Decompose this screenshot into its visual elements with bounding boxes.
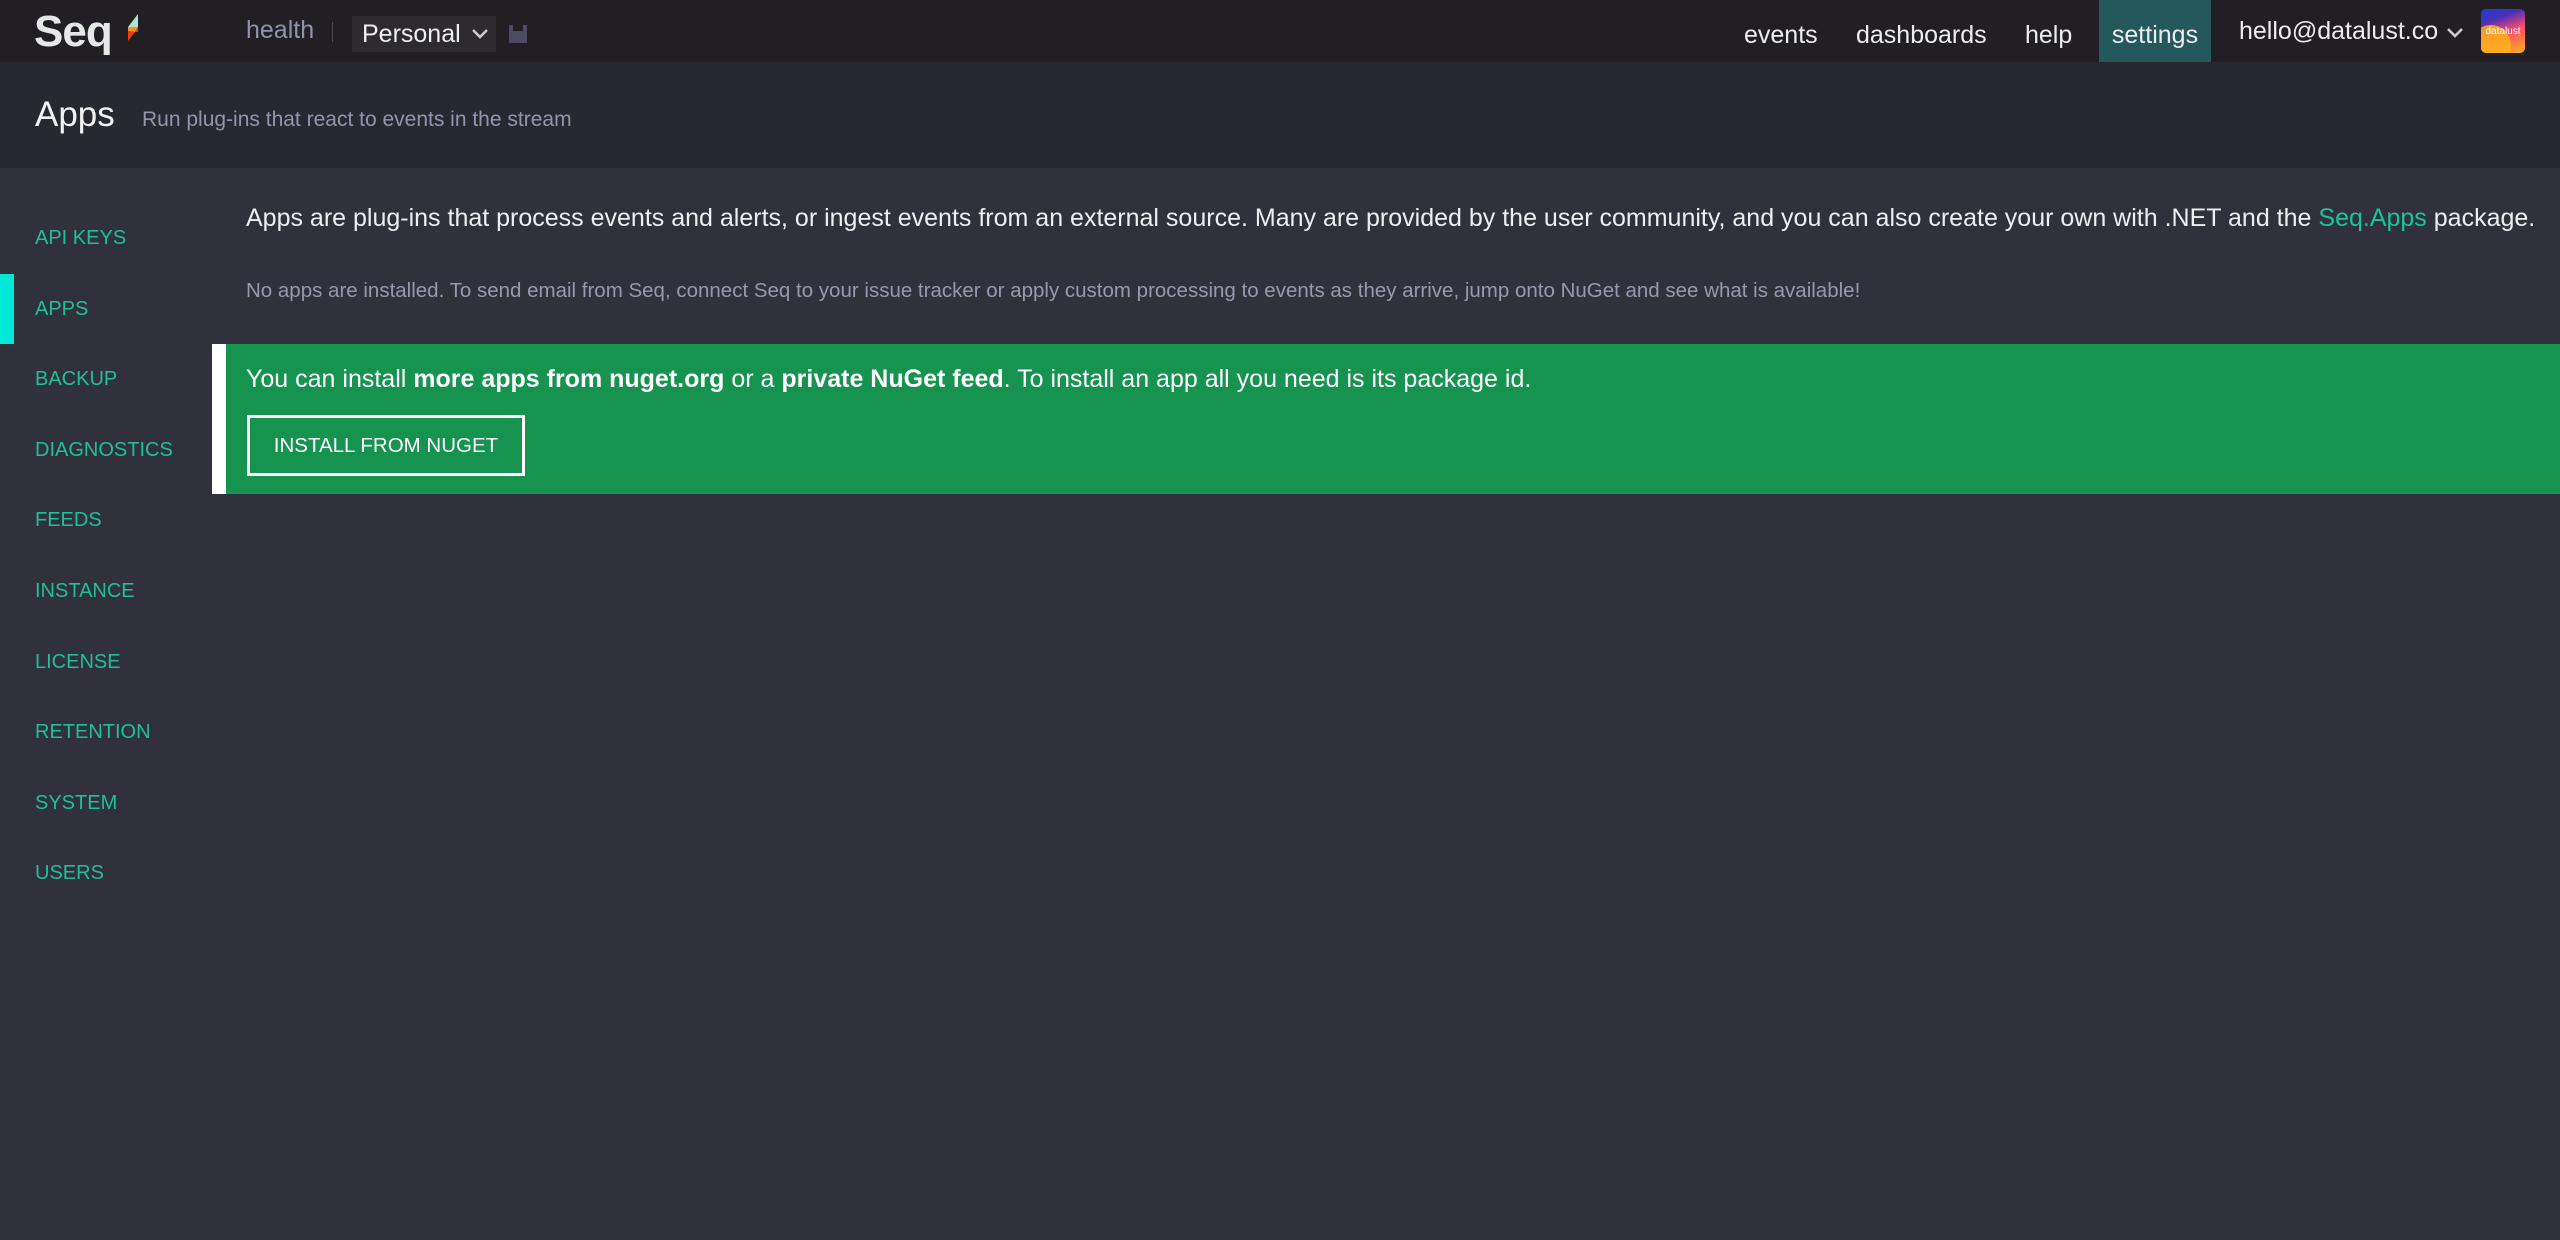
seq-apps-link[interactable]: Seq.Apps: [2318, 204, 2426, 232]
sidebar-item-backup[interactable]: BACKUP: [0, 344, 212, 414]
sidebar-item-label: LICENSE: [35, 651, 121, 673]
banner-text: You can install more apps from nuget.org…: [246, 365, 1531, 394]
workspace-selector[interactable]: Personal: [352, 16, 496, 52]
sidebar-item-retention[interactable]: RETENTION: [0, 697, 212, 767]
sidebar-item-users[interactable]: USERS: [0, 838, 212, 908]
nav-settings[interactable]: settings: [2099, 0, 2211, 62]
seq-logo-mark-icon: [127, 14, 138, 41]
intro-text-before: Apps are plug-ins that process events an…: [246, 204, 2319, 232]
sidebar-item-label: FEEDS: [35, 509, 102, 531]
banner-text-part: or a: [724, 365, 782, 393]
no-apps-message: No apps are installed. To send email fro…: [246, 279, 1861, 302]
sidebar-item-label: API KEYS: [35, 227, 127, 249]
intro-text-after: package.: [2426, 204, 2536, 232]
user-email: hello@datalust.co: [2239, 17, 2439, 45]
sidebar-item-feeds[interactable]: FEEDS: [0, 485, 212, 555]
install-banner: You can install more apps from nuget.org…: [212, 344, 2560, 494]
sidebar-item-diagnostics[interactable]: DIAGNOSTICS: [0, 415, 212, 485]
user-menu[interactable]: hello@datalust.co: [2239, 0, 2464, 62]
page-header: Apps Run plug-ins that react to events i…: [0, 62, 2560, 168]
avatar[interactable]: datalust: [2481, 9, 2525, 53]
sidebar-item-apps[interactable]: APPS: [0, 274, 212, 344]
banner-text-part: You can install: [246, 365, 414, 393]
sidebar-item-instance[interactable]: INSTANCE: [0, 556, 212, 626]
logo-text: Seq: [34, 7, 113, 56]
sidebar-item-api-keys[interactable]: API KEYS: [0, 203, 212, 273]
sidebar-item-label: INSTANCE: [35, 580, 135, 602]
install-from-nuget-button[interactable]: INSTALL FROM NUGET: [247, 415, 525, 476]
banner-accent-bar: [212, 344, 226, 494]
nav-events[interactable]: events: [1744, 0, 1818, 62]
seq-logo[interactable]: Seq: [34, 8, 140, 56]
save-icon[interactable]: [508, 24, 528, 44]
page-title: Apps: [35, 95, 115, 134]
sidebar-item-label: BACKUP: [35, 368, 118, 390]
page-subtitle: Run plug-ins that react to events in the…: [142, 108, 572, 131]
banner-text-part: . To install an app all you need is its …: [1003, 365, 1532, 393]
nav-dashboards[interactable]: dashboards: [1856, 0, 1987, 62]
banner-bold-private-feed: private NuGet feed: [781, 365, 1004, 393]
avatar-text: datalust: [2485, 25, 2521, 37]
nav-separator: [332, 22, 333, 42]
sidebar-item-system[interactable]: SYSTEM: [0, 768, 212, 838]
banner-bold-nuget: more apps from nuget.org: [413, 365, 725, 393]
nav-health-link[interactable]: health: [246, 16, 314, 45]
sidebar-item-license[interactable]: LICENSE: [0, 627, 212, 697]
sidebar-item-label: DIAGNOSTICS: [35, 439, 173, 461]
chevron-down-icon: [2447, 28, 2464, 38]
sidebar-item-label: APPS: [35, 298, 89, 320]
chevron-down-icon: [471, 29, 488, 39]
settings-sidebar: API KEYS APPS BACKUP DIAGNOSTICS FEEDS I…: [0, 168, 212, 1240]
workspace-selected: Personal: [362, 19, 461, 48]
intro-text: Apps are plug-ins that process events an…: [246, 204, 2535, 233]
nav-help[interactable]: help: [2025, 0, 2072, 62]
sidebar-item-label: SYSTEM: [35, 792, 118, 814]
sidebar-item-label: USERS: [35, 862, 104, 884]
sidebar-item-label: RETENTION: [35, 721, 151, 743]
active-indicator: [0, 274, 14, 344]
top-nav: Seq health Personal events dashboards he…: [0, 0, 2560, 62]
